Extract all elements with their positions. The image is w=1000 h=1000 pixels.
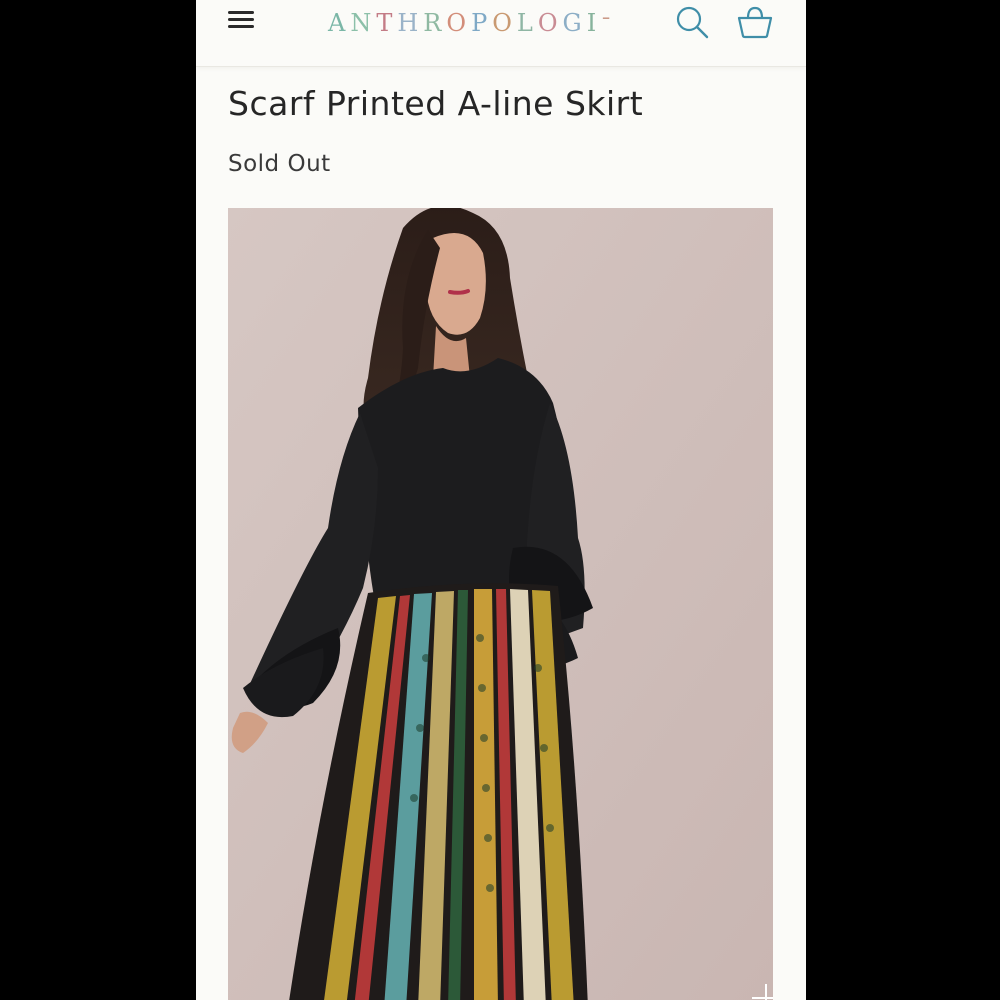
logo-letter: R [423,9,447,37]
plus-icon[interactable] [746,978,773,1000]
logo-letter: ᐨ [601,9,616,37]
logo-letter: O [446,9,472,37]
logo-letter: N [350,9,377,37]
site-header: ANTHROPOLOGIᐨ [196,0,806,67]
logo-letter: P [471,9,493,37]
logo-letter: O [537,9,563,37]
search-icon[interactable] [674,4,710,40]
logo-letter: A [328,9,351,37]
logo-letter: G [562,9,587,37]
shopping-bag-icon[interactable] [736,4,774,40]
logo-letter: O [492,9,517,37]
mobile-page: ANTHROPOLOGIᐨ Scarf Printed A-line Skirt… [196,0,806,1000]
logo-letter: H [397,9,424,37]
logo-letter: L [516,9,538,37]
hamburger-menu-icon[interactable] [228,8,254,30]
availability-status: Sold Out [228,151,331,177]
logo-letter: I [586,9,602,37]
logo-letter: T [376,9,398,37]
brand-logo[interactable]: ANTHROPOLOGIᐨ [328,8,628,38]
product-image[interactable] [228,208,773,1000]
product-title: Scarf Printed A-line Skirt [228,84,644,123]
